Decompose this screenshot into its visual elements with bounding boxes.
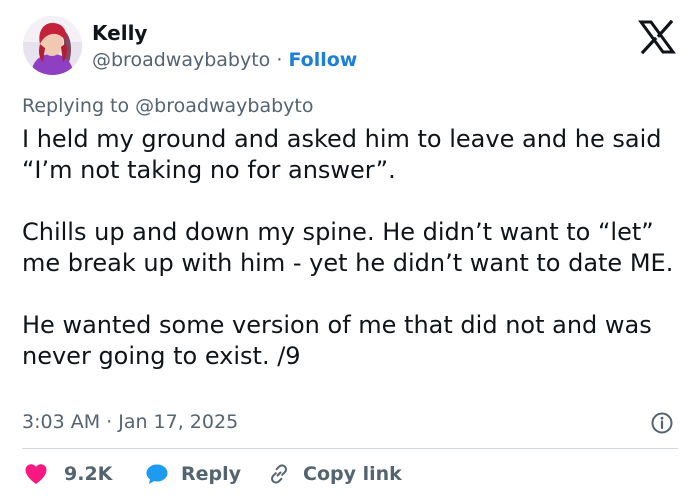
heart-icon [25,464,47,484]
tweet-paragraph: He wanted some version of me that did no… [22,311,652,370]
replying-to-label: Replying to [22,95,130,117]
speech-bubble-icon [146,464,168,484]
divider [22,448,678,449]
author-name[interactable]: Kelly [92,20,147,46]
reply-label: Reply [181,463,242,485]
tweet-paragraph: I held my ground and asked him to leave … [22,125,662,184]
info-icon[interactable] [650,411,674,435]
tweet-timestamp[interactable]: 3:03 AM · Jan 17, 2025 [22,409,238,435]
avatar-image [23,16,82,75]
copy-link-label: Copy link [303,463,402,485]
tweet-paragraph: Chills up and down my spine. He didn’t w… [22,218,674,277]
author-handle-row: @broadwaybabyto · Follow [92,47,357,73]
avatar[interactable] [23,16,82,75]
link-icon [271,464,287,484]
like-button[interactable]: 9.2K [24,459,112,489]
tweet-text: I held my ground and asked him to leave … [22,124,682,372]
x-logo-icon[interactable] [637,19,677,55]
like-count: 9.2K [64,463,113,485]
copy-link-button[interactable]: Copy link [267,459,402,489]
separator-dot: · [276,49,283,71]
follow-button[interactable]: Follow [288,49,357,71]
replying-to-handle[interactable]: @broadwaybabyto [135,95,313,117]
reply-button[interactable]: Reply [145,459,241,489]
replying-to: Replying to @broadwaybabyto [22,93,313,119]
author-handle[interactable]: @broadwaybabyto [92,49,270,71]
